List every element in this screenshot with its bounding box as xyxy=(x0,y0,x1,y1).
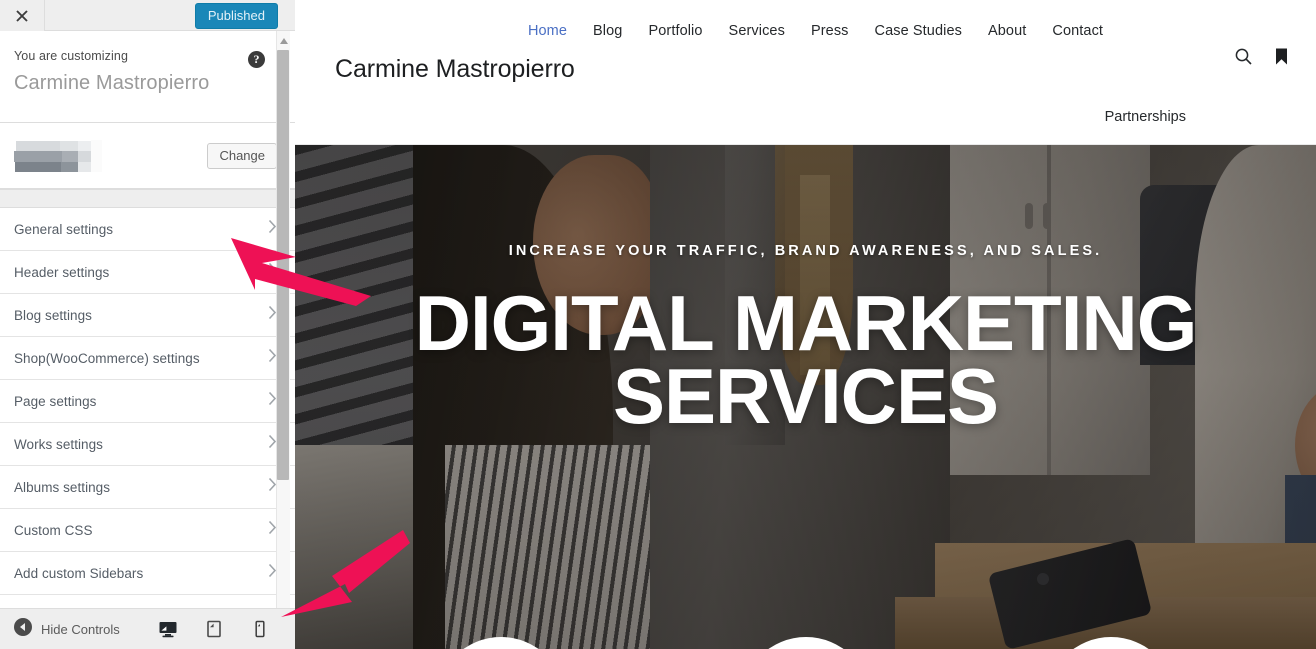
sidebar-item-works-settings[interactable]: Works settings xyxy=(0,423,295,466)
nav-link-press[interactable]: Press xyxy=(811,23,849,39)
sidebar-item-header-settings[interactable]: Header settings xyxy=(0,251,295,294)
customizer-sidebar: Published You are customizing Carmine Ma… xyxy=(0,0,295,649)
hero-content: INCREASE YOUR TRAFFIC, BRAND AWARENESS, … xyxy=(295,243,1316,440)
sidebar-item-label: Blog settings xyxy=(14,307,92,323)
hide-controls-label: Hide Controls xyxy=(41,621,120,637)
site-logo-thumbnail[interactable] xyxy=(14,139,102,172)
site-brand-row: Carmine Mastropierro xyxy=(295,39,1316,84)
scroll-up-arrow-icon[interactable] xyxy=(279,33,289,44)
sidebar-item-add-custom-sidebars[interactable]: Add custom Sidebars xyxy=(0,552,295,595)
sidebar-item-custom-css[interactable]: Custom CSS xyxy=(0,509,295,552)
sidebar-item-albums-settings[interactable]: Albums settings xyxy=(0,466,295,509)
sidebar-item-label: Custom CSS xyxy=(14,522,93,538)
sidebar-scrollbar-thumb[interactable] xyxy=(277,50,289,480)
nav-link-case-studies[interactable]: Case Studies xyxy=(875,23,962,39)
sidebar-item-label: Works settings xyxy=(14,436,103,452)
publish-button[interactable]: Published xyxy=(194,3,278,29)
settings-section-list: General settings Header settings Blog se… xyxy=(0,208,295,638)
feature-circle-3[interactable] xyxy=(1045,637,1176,649)
mobile-preview-icon[interactable] xyxy=(249,618,271,640)
hero-title: DIGITAL MARKETING SERVICES xyxy=(325,279,1286,440)
bookmark-icon[interactable] xyxy=(1273,47,1290,71)
hero-title-line-2: SERVICES xyxy=(612,351,999,440)
sidebar-item-blog-settings[interactable]: Blog settings xyxy=(0,294,295,337)
customizer-topbar: Published xyxy=(0,0,295,31)
sidebar-item-label: Albums settings xyxy=(14,479,111,495)
sidebar-item-label: Add custom Sidebars xyxy=(14,565,144,581)
change-logo-button[interactable]: Change xyxy=(207,142,277,169)
feature-circle-1[interactable] xyxy=(435,637,566,649)
sidebar-item-general-settings[interactable]: General settings xyxy=(0,208,295,251)
sidebar-item-shop-settings[interactable]: Shop(WooCommerce) settings xyxy=(0,337,295,380)
hero-section: INCREASE YOUR TRAFFIC, BRAND AWARENESS, … xyxy=(295,145,1316,649)
site-secondary-nav: Partnerships xyxy=(1105,108,1186,126)
help-icon[interactable]: ? xyxy=(248,51,265,68)
customizer-footer: Hide Controls xyxy=(0,608,295,649)
feature-circle-2[interactable] xyxy=(740,637,871,649)
hero-title-line-1: DIGITAL MARKETING xyxy=(414,279,1198,367)
device-preview-switcher xyxy=(157,618,281,640)
customizing-eyebrow: You are customizing xyxy=(14,49,129,63)
sidebar-item-label: General settings xyxy=(14,221,114,237)
hero-eyebrow: INCREASE YOUR TRAFFIC, BRAND AWARENESS, … xyxy=(508,243,1103,259)
collapse-left-arrow-icon xyxy=(14,617,32,641)
sidebar-item-label: Page settings xyxy=(14,393,97,409)
nav-link-home[interactable]: Home xyxy=(528,23,567,39)
site-brand-title[interactable]: Carmine Mastropierro xyxy=(335,55,575,84)
customizer-screen: Published You are customizing Carmine Ma… xyxy=(0,0,1316,649)
customizer-panel: You are customizing Carmine Mastropierro… xyxy=(0,31,295,649)
nav-link-contact[interactable]: Contact xyxy=(1052,23,1103,39)
site-header: Home Blog Portfolio Services Press Case … xyxy=(295,0,1316,145)
nav-link-services[interactable]: Services xyxy=(729,23,785,39)
nav-link-partnerships[interactable]: Partnerships xyxy=(1105,109,1186,125)
site-preview-frame[interactable]: Home Blog Portfolio Services Press Case … xyxy=(295,0,1316,649)
sidebar-item-label: Header settings xyxy=(14,264,110,280)
sidebar-item-label: Shop(WooCommerce) settings xyxy=(14,350,200,366)
hide-controls-button[interactable]: Hide Controls xyxy=(14,617,120,641)
desktop-preview-icon[interactable] xyxy=(157,618,179,640)
customizing-info: You are customizing Carmine Mastropierro… xyxy=(0,31,295,123)
nav-link-about[interactable]: About xyxy=(988,23,1026,39)
site-primary-nav: Home Blog Portfolio Services Press Case … xyxy=(295,0,1316,39)
site-header-icons xyxy=(1234,47,1290,71)
nav-link-blog[interactable]: Blog xyxy=(593,23,622,39)
tablet-preview-icon[interactable] xyxy=(203,618,225,640)
search-icon[interactable] xyxy=(1234,47,1253,71)
sidebar-item-page-settings[interactable]: Page settings xyxy=(0,380,295,423)
site-title-heading: Carmine Mastropierro xyxy=(14,72,210,94)
panel-separator xyxy=(0,189,295,208)
feature-circles xyxy=(295,637,1316,649)
site-logo-row: Change xyxy=(0,123,295,189)
nav-link-portfolio[interactable]: Portfolio xyxy=(648,23,702,39)
close-x-icon[interactable] xyxy=(0,0,45,31)
